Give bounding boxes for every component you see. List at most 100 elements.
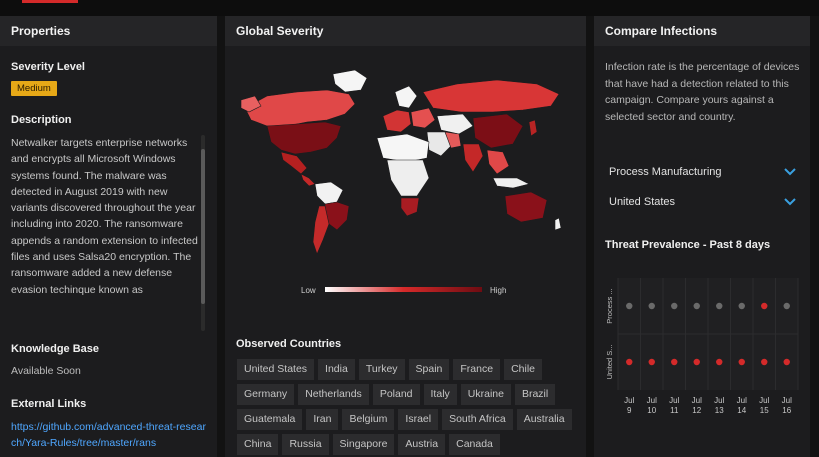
country-chip[interactable]: South Africa bbox=[442, 409, 513, 430]
country-select-value: United States bbox=[609, 196, 676, 208]
chart-x-tick-label: Jul 9 bbox=[624, 396, 634, 415]
country-chip[interactable]: Singapore bbox=[332, 434, 395, 455]
chart-dot bbox=[693, 302, 700, 310]
country-chip[interactable]: Belgium bbox=[342, 409, 395, 430]
chevron-down-icon bbox=[784, 168, 796, 176]
scrollbar-thumb[interactable] bbox=[201, 149, 205, 304]
country-chip[interactable]: Iran bbox=[306, 409, 339, 430]
map-region-australia bbox=[504, 191, 548, 223]
legend-gradient-bar bbox=[325, 287, 482, 292]
country-chip[interactable]: India bbox=[318, 359, 355, 380]
global-severity-panel: Global Severity Low High Observed Countr… bbox=[225, 16, 586, 457]
chart-dot bbox=[671, 358, 678, 366]
legend-low-label: Low bbox=[301, 286, 316, 295]
compare-description: Infection rate is the percentage of devi… bbox=[605, 61, 800, 123]
threat-prevalence-title: Threat Prevalence - Past 8 days bbox=[605, 239, 771, 251]
map-region-south-america-north bbox=[314, 181, 344, 205]
severity-level-label: Severity Level bbox=[11, 61, 85, 73]
country-chip[interactable]: United States bbox=[237, 359, 315, 380]
country-chip[interactable]: Netherlands bbox=[298, 384, 369, 405]
map-region-china bbox=[472, 113, 524, 149]
country-chip[interactable]: Brazil bbox=[514, 384, 556, 405]
map-region-chile-argentina bbox=[312, 205, 330, 255]
chart-dot bbox=[716, 358, 723, 366]
chart-x-tick-label: Jul 13 bbox=[714, 396, 724, 415]
threat-prevalence-chart: Process ... United S... Jul 9 Jul 10 Jul 11 Jul 1… bbox=[605, 278, 799, 415]
chart-dot bbox=[648, 358, 655, 366]
country-chip[interactable]: Ukraine bbox=[460, 384, 511, 405]
chart-x-tick-label: Jul 12 bbox=[692, 396, 702, 415]
chart-row-label: United S... bbox=[605, 344, 614, 379]
country-select[interactable]: United States bbox=[605, 190, 801, 214]
country-chip[interactable]: Germany bbox=[237, 384, 295, 405]
chart-x-tick-label: Jul 16 bbox=[782, 396, 792, 415]
top-bar bbox=[0, 0, 819, 16]
country-chip[interactable]: Turkey bbox=[358, 359, 405, 380]
chart-dot bbox=[716, 302, 723, 310]
chart-dot bbox=[783, 358, 790, 366]
chart-dot bbox=[783, 302, 790, 310]
map-region-new-zealand bbox=[554, 217, 562, 231]
country-chip[interactable]: China bbox=[237, 434, 279, 455]
map-region-india bbox=[462, 143, 484, 173]
chart-dot bbox=[626, 302, 633, 310]
observed-countries-title: Observed Countries bbox=[236, 338, 342, 350]
active-tab-indicator bbox=[22, 0, 78, 3]
map-region-southeast-asia bbox=[486, 149, 510, 175]
sector-select[interactable]: Process Manufacturing bbox=[605, 160, 801, 184]
country-chip[interactable]: Italy bbox=[423, 384, 457, 405]
map-region-central-america bbox=[300, 173, 316, 187]
country-chip[interactable]: Israel bbox=[398, 409, 439, 430]
map-region-japan bbox=[528, 119, 538, 137]
chart-dot bbox=[761, 302, 768, 310]
map-region-canada bbox=[244, 89, 356, 127]
chevron-down-icon bbox=[784, 198, 796, 206]
map-region-europe-east bbox=[410, 107, 436, 129]
chart-dot bbox=[761, 358, 768, 366]
country-chip[interactable]: Russia bbox=[282, 434, 329, 455]
properties-panel: Properties Severity Level Medium Descrip… bbox=[0, 16, 217, 457]
map-region-united-states bbox=[266, 121, 342, 155]
country-chip[interactable]: Canada bbox=[449, 434, 500, 455]
country-chip[interactable]: Guatemala bbox=[237, 409, 303, 430]
chart-x-tick-label: Jul 14 bbox=[737, 396, 747, 415]
global-severity-title: Global Severity bbox=[225, 16, 586, 46]
severity-badge: Medium bbox=[11, 81, 57, 96]
country-chip[interactable]: Austria bbox=[398, 434, 446, 455]
country-chip[interactable]: Chile bbox=[504, 359, 543, 380]
map-region-north-africa bbox=[376, 133, 430, 163]
chart-x-tick-label: Jul 15 bbox=[759, 396, 769, 415]
country-chip[interactable]: Spain bbox=[408, 359, 450, 380]
map-region-greenland bbox=[332, 69, 368, 93]
chart-x-tick-label: Jul 11 bbox=[669, 396, 679, 415]
country-chip[interactable]: France bbox=[453, 359, 501, 380]
knowledge-base-value: Available Soon bbox=[11, 365, 81, 377]
compare-infections-panel: Compare Infections Infection rate is the… bbox=[594, 16, 810, 457]
external-link[interactable]: https://github.com/advanced-threat-resea… bbox=[11, 419, 207, 451]
compare-infections-title: Compare Infections bbox=[594, 16, 810, 46]
description-text: Netwalker targets enterprise networks an… bbox=[11, 137, 198, 296]
chart-dot bbox=[693, 358, 700, 366]
chart-row-label: Process ... bbox=[605, 288, 614, 323]
chart-dot bbox=[648, 302, 655, 310]
chart-x-tick-label: Jul 10 bbox=[647, 396, 657, 415]
chart-dot bbox=[671, 302, 678, 310]
description-scrollbar[interactable] bbox=[201, 135, 205, 331]
map-region-central-africa bbox=[386, 159, 430, 197]
map-region-scandinavia bbox=[394, 85, 418, 109]
map-region-indonesia bbox=[492, 177, 530, 189]
map-region-russia bbox=[422, 79, 560, 113]
map-region-mexico bbox=[280, 151, 308, 175]
legend-high-label: High bbox=[490, 286, 507, 295]
description-label: Description bbox=[11, 114, 72, 126]
chart-dot bbox=[738, 302, 745, 310]
map-region-europe-west bbox=[382, 109, 412, 133]
country-chip[interactable]: Poland bbox=[372, 384, 420, 405]
world-map[interactable] bbox=[237, 56, 567, 256]
country-chip[interactable]: Australia bbox=[516, 409, 572, 430]
observed-countries-list: United States India Turkey Spain France Chile… bbox=[237, 359, 582, 455]
chart-dot bbox=[626, 358, 633, 366]
knowledge-base-label: Knowledge Base bbox=[11, 343, 100, 355]
map-region-central-asia bbox=[436, 113, 474, 135]
map-region-south-africa bbox=[400, 197, 420, 217]
